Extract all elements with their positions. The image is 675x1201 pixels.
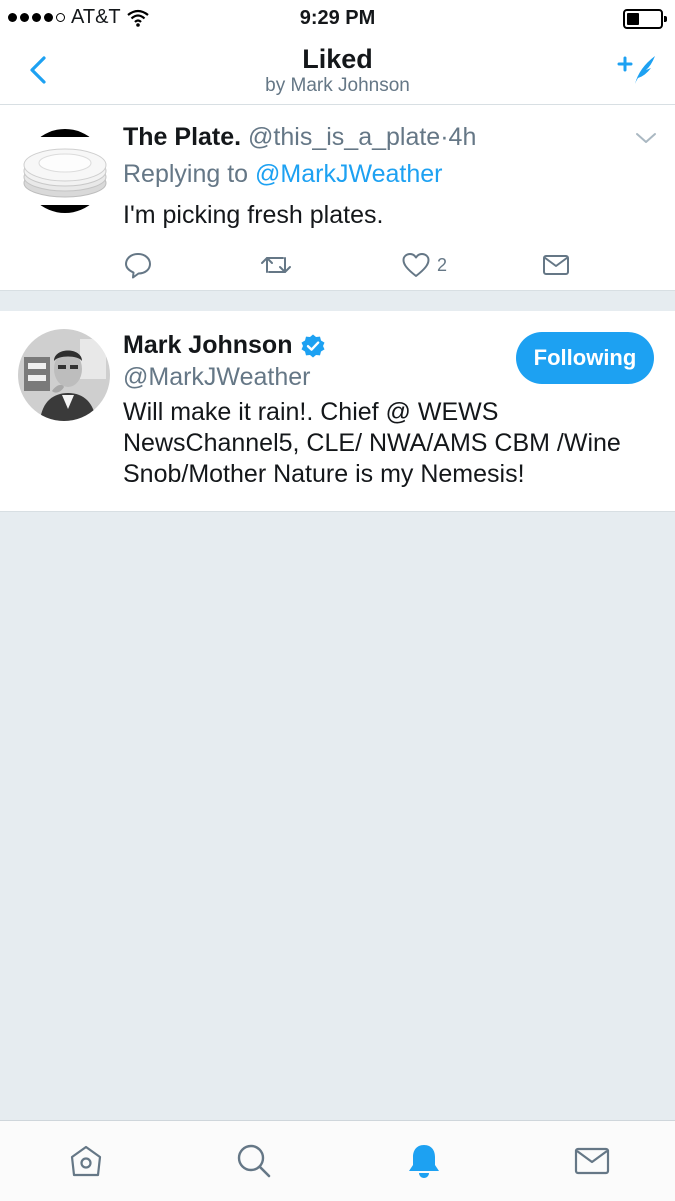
messages-icon (574, 1147, 610, 1175)
avatar[interactable] (18, 329, 110, 421)
reply-context: Replying to @MarkJWeather (123, 160, 443, 189)
tab-home[interactable] (66, 1141, 106, 1181)
compose-tweet-icon (617, 56, 655, 84)
tab-notifications[interactable] (404, 1141, 444, 1181)
avatar[interactable] (22, 125, 108, 217)
home-icon (70, 1145, 102, 1177)
tweet-timestamp: 4h (448, 123, 477, 151)
reply-button[interactable] (123, 248, 153, 282)
reply-mention-link[interactable]: @MarkJWeather (255, 160, 442, 188)
profile-name-row: Mark Johnson (123, 331, 326, 360)
profile-handle: @MarkJWeather (123, 363, 311, 391)
tweet-author-name[interactable]: The Plate. (123, 123, 241, 151)
following-button[interactable]: Following (516, 332, 654, 384)
verified-badge-icon (301, 334, 325, 357)
tab-bar (0, 1120, 675, 1201)
profile-name[interactable]: Mark Johnson (123, 331, 292, 360)
status-time: 9:29 PM (299, 7, 376, 29)
tweet-separator: · (440, 123, 449, 151)
direct-message-button[interactable] (541, 248, 571, 282)
page-title: Liked (302, 44, 373, 74)
status-bar: AT&T 9:29 PM (0, 0, 675, 36)
tweet[interactable]: The Plate. @this_is_a_plate·4h Replying … (0, 105, 675, 291)
battery-icon (623, 9, 667, 29)
user-card[interactable]: Mark Johnson @MarkJWeather Will make it … (0, 311, 675, 512)
tab-messages[interactable] (572, 1141, 612, 1181)
retweet-button[interactable] (259, 248, 293, 282)
tweet-header: The Plate. @this_is_a_plate·4h (123, 123, 476, 152)
reply-icon (125, 253, 151, 279)
tweet-actions: 2 (123, 248, 583, 282)
tab-search[interactable] (234, 1141, 274, 1181)
profile-bio: Will make it rain!. Chief @ WEWS NewsCha… (123, 398, 621, 488)
notifications-icon (409, 1145, 439, 1178)
like-count: 2 (437, 254, 448, 275)
search-icon (237, 1144, 271, 1178)
retweet-icon (261, 257, 291, 273)
heart-icon (402, 253, 430, 277)
tweet-author-handle[interactable]: @this_is_a_plate (248, 123, 440, 151)
chevron-down-icon[interactable] (635, 131, 657, 145)
compose-button[interactable] (613, 46, 661, 94)
direct-message-icon (543, 255, 569, 275)
reply-prefix: Replying to (123, 160, 249, 188)
tweet-text: I'm picking fresh plates. (123, 201, 384, 229)
page-subtitle: by Mark Johnson (265, 75, 410, 96)
nav-bar: Liked by Mark Johnson (0, 36, 675, 105)
like-button[interactable]: 2 (401, 248, 447, 282)
